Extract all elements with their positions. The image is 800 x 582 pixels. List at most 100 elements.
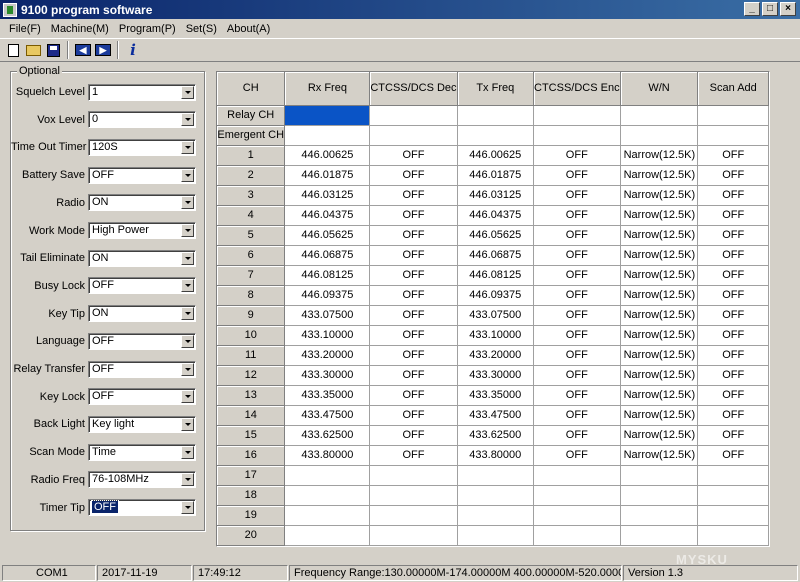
chevron-down-icon[interactable] [181, 445, 194, 459]
relay-transfer-select[interactable]: OFF [88, 360, 196, 378]
wn-cell[interactable]: Narrow(12.5K) [620, 405, 699, 426]
menu-about[interactable]: About(A) [222, 23, 275, 35]
work-mode-select[interactable]: High Power [88, 222, 196, 239]
ctcss-dcs-dec-cell[interactable] [369, 105, 458, 126]
rx-freq-cell[interactable]: 446.08125 [284, 265, 371, 286]
scan-add-cell[interactable] [697, 105, 769, 126]
tx-freq-cell[interactable]: 433.47500 [457, 405, 535, 426]
chevron-down-icon[interactable] [181, 85, 194, 99]
ctcss-dcs-dec-cell[interactable]: OFF [369, 225, 458, 246]
wn-cell[interactable]: Narrow(12.5K) [620, 425, 699, 446]
rx-freq-cell[interactable]: 446.06875 [284, 245, 371, 266]
vox-level-select[interactable]: 0 [88, 111, 196, 129]
scan-add-cell[interactable] [697, 125, 769, 146]
rx-freq-cell[interactable]: 446.03125 [284, 185, 371, 206]
wn-cell[interactable]: Narrow(12.5K) [620, 245, 699, 266]
radio-select[interactable]: ON [88, 194, 196, 212]
chevron-down-icon[interactable] [181, 417, 194, 431]
channel-number[interactable]: 19 [217, 505, 286, 526]
menu-machine[interactable]: Machine(M) [46, 23, 114, 35]
ctcss-dcs-dec-cell[interactable]: OFF [369, 325, 458, 346]
ctcss-dcs-enc-cell[interactable]: OFF [533, 205, 621, 226]
rx-freq-cell[interactable] [284, 525, 371, 546]
wn-header[interactable]: W/N [620, 72, 699, 106]
ctcss-dcs-enc-cell[interactable] [533, 485, 621, 506]
open-button[interactable] [23, 40, 43, 60]
channel-number[interactable]: 12 [217, 365, 286, 386]
ctcss-dcs-dec-cell[interactable]: OFF [369, 305, 458, 326]
tx-freq-cell[interactable]: 446.04375 [457, 205, 535, 226]
scan-add-cell[interactable]: OFF [697, 165, 769, 186]
rx-freq-cell[interactable]: 433.20000 [284, 345, 371, 366]
ctcss-dcs-enc-cell[interactable]: OFF [533, 425, 621, 446]
wn-cell[interactable]: Narrow(12.5K) [620, 265, 699, 286]
chevron-down-icon[interactable] [181, 140, 194, 154]
rx-freq-cell[interactable]: 446.04375 [284, 205, 371, 226]
wn-cell[interactable]: Narrow(12.5K) [620, 385, 699, 406]
tx-freq-cell[interactable] [457, 125, 535, 146]
channel-number[interactable]: 18 [217, 485, 286, 506]
chevron-down-icon[interactable] [181, 501, 194, 514]
channel-number[interactable]: 9 [217, 305, 286, 326]
ctcss-dcs-dec-cell[interactable]: OFF [369, 405, 458, 426]
ctcss-dcs-dec-cell[interactable] [369, 125, 458, 146]
tx-freq-cell[interactable] [457, 105, 535, 126]
wn-cell[interactable]: Narrow(12.5K) [620, 325, 699, 346]
back-light-select[interactable]: Key light [88, 415, 196, 433]
chevron-down-icon[interactable] [181, 196, 194, 210]
channel-number[interactable]: 17 [217, 465, 286, 486]
rx-freq-cell[interactable]: 433.35000 [284, 385, 371, 406]
menu-set[interactable]: Set(S) [181, 23, 222, 35]
ctcss-dcs-enc-cell[interactable]: OFF [533, 165, 621, 186]
chevron-down-icon[interactable] [181, 279, 194, 293]
ctcss-dcs-dec-cell[interactable]: OFF [369, 185, 458, 206]
channel-number[interactable]: 2 [217, 165, 286, 186]
ctcss-dcs-enc-cell[interactable] [533, 525, 621, 546]
ctcss-dcs-dec-cell[interactable] [369, 465, 458, 486]
tx-freq-header[interactable]: Tx Freq [457, 72, 535, 106]
tx-freq-cell[interactable]: 433.80000 [457, 445, 535, 466]
channel-number[interactable]: 5 [217, 225, 286, 246]
ctcss-dcs-enc-cell[interactable]: OFF [533, 305, 621, 326]
wn-cell[interactable]: Narrow(12.5K) [620, 445, 699, 466]
maximize-button[interactable]: □ [762, 2, 778, 16]
language-select[interactable]: OFF [88, 332, 196, 350]
channel-number[interactable]: 16 [217, 445, 286, 466]
scan-add-cell[interactable]: OFF [697, 225, 769, 246]
wn-cell[interactable]: Narrow(12.5K) [620, 365, 699, 386]
read-from-radio-button[interactable]: ◀ [73, 40, 93, 60]
wn-cell[interactable] [620, 525, 699, 546]
wn-cell[interactable] [620, 465, 699, 486]
chevron-down-icon[interactable] [181, 473, 194, 487]
tx-freq-cell[interactable]: 446.00625 [457, 145, 535, 166]
rx-freq-cell[interactable]: 433.10000 [284, 325, 371, 346]
scan-add-cell[interactable] [697, 505, 769, 526]
channel-number[interactable]: 7 [217, 265, 286, 286]
rx-freq-cell[interactable]: 433.30000 [284, 365, 371, 386]
tx-freq-cell[interactable]: 433.62500 [457, 425, 535, 446]
ctcss-dcs-dec-cell[interactable] [369, 485, 458, 506]
ctcss-dcs-enc-cell[interactable]: OFF [533, 345, 621, 366]
ctcss-dcs-enc-cell[interactable]: OFF [533, 185, 621, 206]
battery-save-select[interactable]: OFF [88, 166, 196, 184]
ctcss-dcs-dec-cell[interactable]: OFF [369, 285, 458, 306]
scan-add-cell[interactable]: OFF [697, 365, 769, 386]
ctcss-dcs-dec-cell[interactable]: OFF [369, 245, 458, 266]
scan-add-cell[interactable]: OFF [697, 305, 769, 326]
channel-number[interactable]: 1 [217, 145, 286, 166]
ctcss-dcs-dec-cell[interactable] [369, 505, 458, 526]
scan-add-cell[interactable]: OFF [697, 145, 769, 166]
scan-add-cell[interactable]: OFF [697, 405, 769, 426]
tx-freq-cell[interactable]: 433.20000 [457, 345, 535, 366]
ctcss-dcs-dec-cell[interactable]: OFF [369, 205, 458, 226]
tx-freq-cell[interactable]: 446.05625 [457, 225, 535, 246]
wn-cell[interactable]: Narrow(12.5K) [620, 205, 699, 226]
menu-program[interactable]: Program(P) [114, 23, 181, 35]
channel-number[interactable]: 8 [217, 285, 286, 306]
tx-freq-cell[interactable]: 446.01875 [457, 165, 535, 186]
scan-add-cell[interactable]: OFF [697, 245, 769, 266]
chevron-down-icon[interactable] [181, 334, 194, 348]
busy-lock-select[interactable]: OFF [88, 277, 196, 295]
rx-freq-cell[interactable]: 433.62500 [284, 425, 371, 446]
rx-freq-cell[interactable]: 446.01875 [284, 165, 371, 186]
